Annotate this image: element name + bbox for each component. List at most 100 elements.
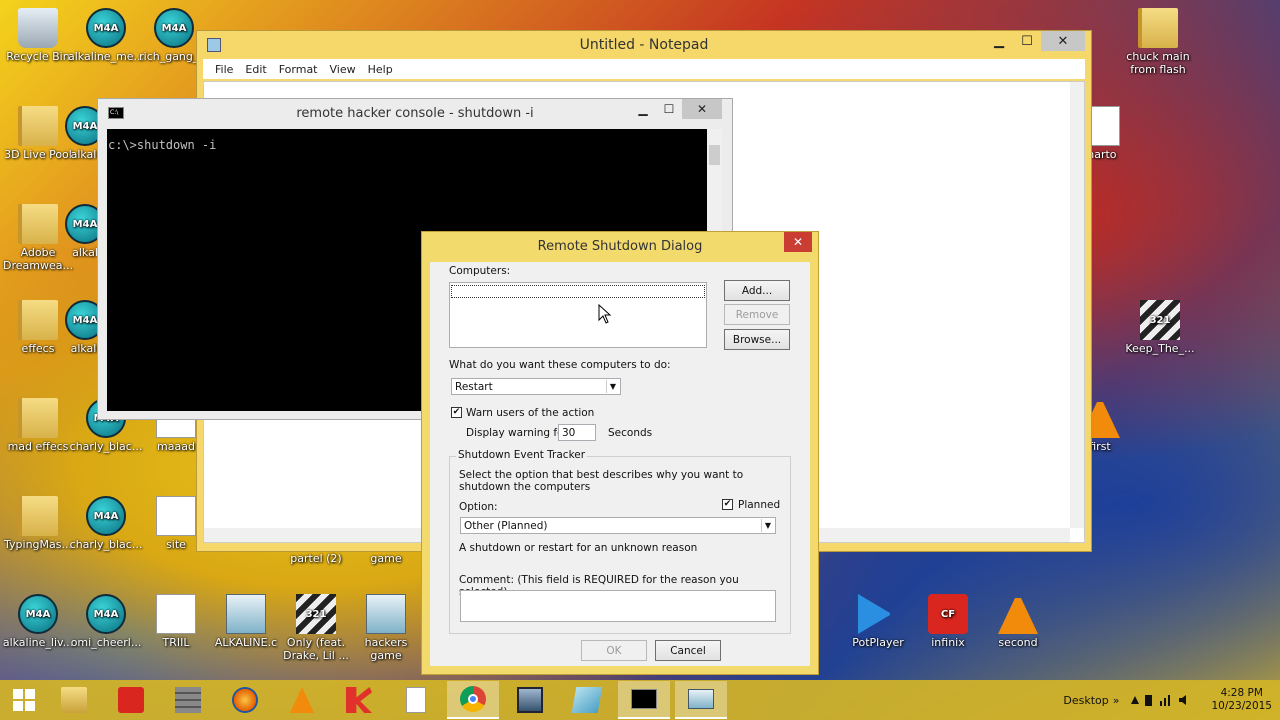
desktop-icon-m4a[interactable]: M4A alkaline_me... xyxy=(68,8,144,63)
action-label: What do you want these computers to do: xyxy=(449,359,671,371)
cmd-icon: C:\ xyxy=(108,107,124,119)
tray-icons[interactable] xyxy=(1127,692,1197,708)
scrollbar-thumb[interactable] xyxy=(709,145,720,165)
minimize-button[interactable]: ▁ xyxy=(630,99,656,119)
word-document-icon xyxy=(226,594,266,634)
desktop-icon-m4a[interactable]: M4A alkaline_liv... xyxy=(0,594,76,649)
desktop-icon-cf[interactable]: CF infinix xyxy=(910,594,986,649)
menu-view[interactable]: View xyxy=(324,63,362,76)
taskbar-cf[interactable] xyxy=(105,681,157,719)
vertical-scrollbar[interactable] xyxy=(1070,82,1084,528)
desktop-icon-image[interactable]: hackers game xyxy=(348,594,424,662)
desktop-icon-vlc[interactable]: second xyxy=(980,594,1056,649)
seconds-label: Seconds xyxy=(608,427,653,439)
taskbar-chrome[interactable] xyxy=(447,681,499,719)
close-button[interactable]: ✕ xyxy=(784,232,812,252)
desktop-icon-document[interactable]: TRIIL xyxy=(138,594,214,649)
chevron-up-icon xyxy=(1131,696,1140,704)
warning-seconds-input[interactable]: 30 xyxy=(558,424,596,441)
desktop-icon-video[interactable]: 321 Only (feat. Drake, Lil ... xyxy=(278,594,354,662)
comment-textarea[interactable] xyxy=(460,590,776,622)
taskbar-document[interactable] xyxy=(390,681,442,719)
chevron-icon[interactable]: » xyxy=(1113,694,1120,707)
vlc-cone-icon xyxy=(998,594,1038,634)
cmd-icon xyxy=(631,689,657,709)
volume-icon xyxy=(1179,695,1187,705)
taskbar: Desktop » 4:28 PM 10/23/2015 xyxy=(0,680,1280,720)
action-dropdown[interactable]: Restart ▼ xyxy=(451,378,621,395)
dialog-title: Remote Shutdown Dialog xyxy=(537,238,703,254)
file-explorer-icon xyxy=(61,687,87,713)
reason-description: A shutdown or restart for an unknown rea… xyxy=(459,542,698,554)
m4a-audio-icon: M4A xyxy=(18,594,58,634)
minimize-button[interactable]: ▁ xyxy=(985,31,1013,51)
desktop-icon-video[interactable]: 321 Keep_The_... xyxy=(1122,300,1198,355)
console-titlebar[interactable]: C:\ remote hacker console - shutdown -i … xyxy=(98,99,732,127)
mouse-pointer-icon xyxy=(598,304,612,324)
computers-label: Computers: xyxy=(449,265,511,277)
taskbar-movie-maker[interactable] xyxy=(504,681,556,719)
desktop-icon-potplayer[interactable]: PotPlayer xyxy=(840,594,916,649)
menu-file[interactable]: File xyxy=(209,63,239,76)
chrome-icon xyxy=(460,686,486,712)
close-button[interactable]: ✕ xyxy=(682,99,722,119)
image-file-icon xyxy=(366,594,406,634)
taskbar-kaspersky[interactable] xyxy=(333,681,385,719)
paint-icon xyxy=(571,687,603,713)
remove-button[interactable]: Remove xyxy=(724,304,790,325)
warn-users-checkbox[interactable]: ✔ xyxy=(451,407,462,418)
maximize-button[interactable]: ☐ xyxy=(656,99,682,119)
clock[interactable]: 4:28 PM 10/23/2015 xyxy=(1211,687,1272,713)
maximize-button[interactable]: ☐ xyxy=(1013,31,1041,51)
taskbar-cmd[interactable] xyxy=(618,681,670,719)
close-button[interactable]: ✕ xyxy=(1041,31,1085,51)
dialog-titlebar[interactable]: Remote Shutdown Dialog ✕ xyxy=(422,232,818,260)
desktop-icon-word-doc[interactable]: ALKALINE.c xyxy=(208,594,284,649)
shutdown-event-tracker-group: Shutdown Event Tracker Select the option… xyxy=(449,449,791,634)
taskbar-firefox[interactable] xyxy=(219,681,271,719)
desktop-toolbar-label[interactable]: Desktop xyxy=(1063,694,1108,707)
tracker-description: Select the option that best describes wh… xyxy=(459,469,744,493)
vlc-icon xyxy=(290,687,314,713)
taskbar-vlc[interactable] xyxy=(276,681,328,719)
remote-shutdown-dialog[interactable]: Remote Shutdown Dialog ✕ Computers: Add.… xyxy=(421,231,819,675)
cancel-button[interactable]: Cancel xyxy=(655,640,721,661)
taskbar-file-explorer[interactable] xyxy=(48,681,100,719)
notepad-title: Untitled - Notepad xyxy=(579,37,709,53)
desktop-icon-label-partial[interactable]: game xyxy=(348,552,424,565)
add-button[interactable]: Add... xyxy=(724,280,790,301)
battery-icon xyxy=(1145,695,1153,706)
option-dropdown[interactable]: Other (Planned) ▼ xyxy=(460,517,776,534)
notepad-titlebar[interactable]: Untitled - Notepad ▁ ☐ ✕ xyxy=(197,31,1091,59)
option-label: Option: xyxy=(459,501,498,513)
folder-icon xyxy=(18,496,58,536)
desktop-icon-folder[interactable]: TypingMas... xyxy=(0,496,76,551)
signal-icon xyxy=(1168,695,1171,706)
computers-list[interactable] xyxy=(449,282,707,348)
desktop-icon-folder[interactable]: mad effecs xyxy=(0,398,76,453)
warn-users-label: Warn users of the action xyxy=(466,407,595,419)
document-icon xyxy=(406,687,426,713)
group-legend: Shutdown Event Tracker xyxy=(456,449,588,461)
ok-button[interactable]: OK xyxy=(581,640,647,661)
desktop-icon-recycle-bin[interactable]: Recycle Bin xyxy=(0,8,76,63)
desktop-icon-folder[interactable]: chuck main from flash xyxy=(1120,8,1196,76)
planned-checkbox[interactable]: ✔ xyxy=(722,499,733,510)
start-button[interactable] xyxy=(0,680,48,720)
desktop-icon-m4a[interactable]: M4A charly_blac... xyxy=(68,496,144,551)
potplayer-play-icon xyxy=(858,594,898,634)
browse-button[interactable]: Browse... xyxy=(724,329,790,350)
menu-help[interactable]: Help xyxy=(362,63,399,76)
taskbar-paint[interactable] xyxy=(561,681,613,719)
system-tray: Desktop » 4:28 PM 10/23/2015 xyxy=(1063,680,1272,720)
menu-edit[interactable]: Edit xyxy=(239,63,272,76)
firefox-icon xyxy=(232,687,258,713)
m4a-audio-icon: M4A xyxy=(86,594,126,634)
folder-icon xyxy=(1138,8,1178,48)
desktop-icon-m4a[interactable]: M4A omi_cheerl... xyxy=(68,594,144,649)
desktop-icon-label-partial[interactable]: partel (2) xyxy=(278,552,354,565)
menu-format[interactable]: Format xyxy=(273,63,324,76)
dialog-body: Computers: Add... Remove Browse... What … xyxy=(430,262,810,666)
taskbar-wall[interactable] xyxy=(162,681,214,719)
taskbar-shutdown-dialog[interactable] xyxy=(675,681,727,719)
